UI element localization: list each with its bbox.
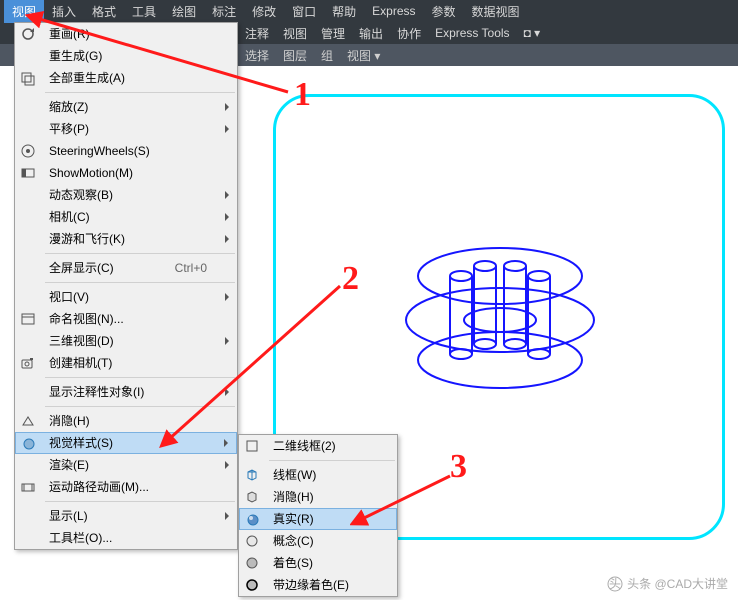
menu-item[interactable]: 消隐(H) [15, 410, 237, 432]
hide2-icon [244, 489, 260, 505]
menu-参数[interactable]: 参数 [424, 0, 464, 23]
menu-item[interactable]: SteeringWheels(S) [15, 140, 237, 162]
annotation-1: 1 [294, 76, 311, 114]
anim-icon [20, 479, 36, 495]
ribbon-tab[interactable]: ◘ ▾ [517, 23, 548, 43]
camera-icon [20, 355, 36, 371]
submenu-arrow-icon [225, 191, 229, 199]
ribbon-tab[interactable]: Express Tools [428, 23, 516, 43]
watermark: 头 头条 @CAD大讲堂 [607, 575, 728, 592]
ribbon-tab[interactable]: 注释 [238, 22, 276, 45]
menu-item[interactable]: 视觉样式(S) [15, 432, 237, 454]
menu-窗口[interactable]: 窗口 [284, 0, 324, 23]
wf2d-icon [244, 438, 260, 454]
watermark-icon: 头 [607, 576, 623, 592]
menu-绘图[interactable]: 绘图 [164, 0, 204, 23]
svg-text:头: 头 [609, 577, 621, 591]
menu-item[interactable]: 工具栏(O)... [15, 527, 237, 549]
hide-icon [20, 413, 36, 429]
ribbon-tab[interactable]: 输出 [352, 22, 390, 45]
ribbon-panel-item[interactable]: 选择 [238, 44, 276, 67]
hotkey-label: Ctrl+0 [175, 257, 207, 279]
real-icon [245, 512, 261, 528]
menu-item[interactable]: 漫游和飞行(K) [15, 228, 237, 250]
menu-item[interactable]: 命名视图(N)... [15, 308, 237, 330]
submenu-arrow-icon [225, 461, 229, 469]
ribbon-tab[interactable]: 管理 [314, 22, 352, 45]
separator [45, 377, 235, 378]
menu-标注[interactable]: 标注 [204, 0, 244, 23]
submenu-item[interactable]: 带边缘着色(E) [239, 574, 397, 596]
separator [45, 282, 235, 283]
concept-icon [244, 533, 260, 549]
menu-item[interactable]: 相机(C) [15, 206, 237, 228]
submenu-arrow-icon [224, 439, 228, 447]
redraw-icon [20, 26, 36, 42]
named-icon [20, 311, 36, 327]
menu-插入[interactable]: 插入 [44, 0, 84, 23]
menu-item[interactable]: 显示(L) [15, 505, 237, 527]
menu-item[interactable]: 创建相机(T) [15, 352, 237, 374]
annotation-3: 3 [450, 448, 467, 486]
submenu-item[interactable]: 着色(S) [239, 552, 397, 574]
annotation-2: 2 [342, 260, 359, 298]
shade-icon [244, 555, 260, 571]
visual-style-submenu[interactable]: 二维线框(2) 线框(W)消隐(H)真实(R)概念(C)着色(S)带边缘着色(E) [238, 434, 398, 597]
vstyle-icon [21, 436, 37, 452]
menu-Express[interactable]: Express [364, 1, 423, 21]
menu-item[interactable]: 显示注释性对象(I) [15, 381, 237, 403]
menu-工具[interactable]: 工具 [124, 0, 164, 23]
menu-item[interactable]: 三维视图(D) [15, 330, 237, 352]
menu-item[interactable]: 渲染(E) [15, 454, 237, 476]
submenu-item[interactable]: 线框(W) [239, 464, 397, 486]
menu-item[interactable]: 重生成(G) [15, 45, 237, 67]
menu-视图[interactable]: 视图 [4, 0, 44, 23]
ribbon-tab[interactable]: 协作 [390, 22, 428, 45]
submenu-item[interactable]: 消隐(H) [239, 486, 397, 508]
submenu-arrow-icon [225, 125, 229, 133]
menubar[interactable]: 视图插入格式工具绘图标注修改窗口帮助Express参数数据视图 [0, 0, 738, 22]
submenu-arrow-icon [225, 235, 229, 243]
submenu-arrow-icon [225, 213, 229, 221]
menu-item[interactable]: ShowMotion(M) [15, 162, 237, 184]
menu-item[interactable]: 重画(R) [15, 23, 237, 45]
submenu-arrow-icon [225, 337, 229, 345]
wf-icon [244, 467, 260, 483]
ribbon-panel-item[interactable]: 组 [314, 44, 340, 67]
motion-icon [20, 165, 36, 181]
menu-item[interactable]: 动态观察(B) [15, 184, 237, 206]
menu-格式[interactable]: 格式 [84, 0, 124, 23]
submenu-arrow-icon [225, 103, 229, 111]
separator [45, 253, 235, 254]
regenall-icon [20, 70, 36, 86]
submenu-arrow-icon [225, 293, 229, 301]
drawing-3d-model [400, 230, 600, 390]
ribbon-panel-item[interactable]: 视图 ▾ [340, 44, 387, 67]
submenu-arrow-icon [225, 388, 229, 396]
menu-item[interactable]: 缩放(Z) [15, 96, 237, 118]
separator [45, 406, 235, 407]
ribbon-panel-item[interactable]: 图层 [276, 44, 314, 67]
separator [45, 92, 235, 93]
menu-修改[interactable]: 修改 [244, 0, 284, 23]
menu-item[interactable]: 平移(P) [15, 118, 237, 140]
menu-item[interactable]: 全部重生成(A) [15, 67, 237, 89]
ribbon-tab[interactable]: 视图 [276, 22, 314, 45]
wheel-icon [20, 143, 36, 159]
submenu-item[interactable]: 概念(C) [239, 530, 397, 552]
separator [45, 501, 235, 502]
menu-item[interactable]: 视口(V) [15, 286, 237, 308]
menu-item[interactable]: 运动路径动画(M)... [15, 476, 237, 498]
separator [269, 460, 395, 461]
submenu-item[interactable]: 二维线框(2) [239, 435, 397, 457]
menu-数据视图[interactable]: 数据视图 [464, 0, 528, 23]
menu-帮助[interactable]: 帮助 [324, 0, 364, 23]
submenu-item[interactable]: 真实(R) [239, 508, 397, 530]
submenu-arrow-icon [225, 512, 229, 520]
view-menu[interactable]: 重画(R)重生成(G)全部重生成(A) 缩放(Z)平移(P)SteeringWhe… [14, 22, 238, 550]
menu-item[interactable]: 全屏显示(C)Ctrl+0 [15, 257, 237, 279]
shadee-icon [244, 577, 260, 593]
